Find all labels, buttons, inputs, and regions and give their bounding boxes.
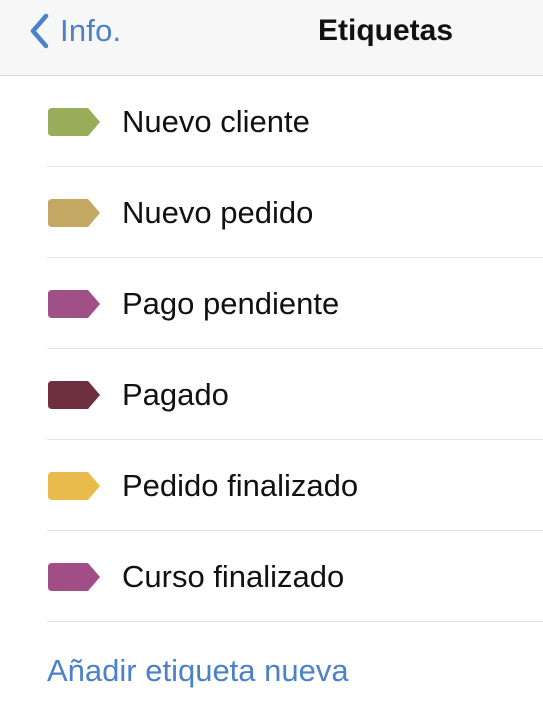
tag-label: Nuevo pedido bbox=[122, 195, 314, 230]
tag-label: Pago pendiente bbox=[122, 286, 340, 321]
tag-list: Nuevo cliente Nuevo pedido Pago pendient… bbox=[0, 76, 543, 622]
tag-row-pago-pendiente[interactable]: Pago pendiente bbox=[0, 258, 543, 349]
page-title: Etiquetas bbox=[318, 14, 454, 47]
tag-icon bbox=[48, 472, 100, 500]
tag-row-nuevo-pedido[interactable]: Nuevo pedido bbox=[0, 167, 543, 258]
tag-label: Pedido finalizado bbox=[122, 468, 359, 503]
back-button-label: Info. bbox=[60, 13, 122, 48]
tag-icon bbox=[48, 563, 100, 591]
tag-row-curso-finalizado[interactable]: Curso finalizado bbox=[0, 531, 543, 622]
tag-icon bbox=[48, 381, 100, 409]
navigation-bar: Info. Etiquetas bbox=[0, 0, 543, 76]
tag-icon bbox=[48, 290, 100, 318]
tag-row-pagado[interactable]: Pagado bbox=[0, 349, 543, 440]
tag-row-pedido-finalizado[interactable]: Pedido finalizado bbox=[0, 440, 543, 531]
tag-label: Curso finalizado bbox=[122, 559, 345, 594]
back-button[interactable]: Info. bbox=[28, 8, 121, 54]
tag-label: Pagado bbox=[122, 377, 229, 412]
tags-screen: Info. Etiquetas Nuevo cliente Nuevo pedi… bbox=[0, 0, 543, 715]
add-tag-button[interactable]: Añadir etiqueta nueva bbox=[47, 644, 349, 698]
tag-icon bbox=[48, 199, 100, 227]
tag-icon bbox=[48, 108, 100, 136]
chevron-left-icon bbox=[30, 13, 49, 49]
tag-row-nuevo-cliente[interactable]: Nuevo cliente bbox=[0, 76, 543, 167]
tag-label: Nuevo cliente bbox=[122, 104, 310, 139]
